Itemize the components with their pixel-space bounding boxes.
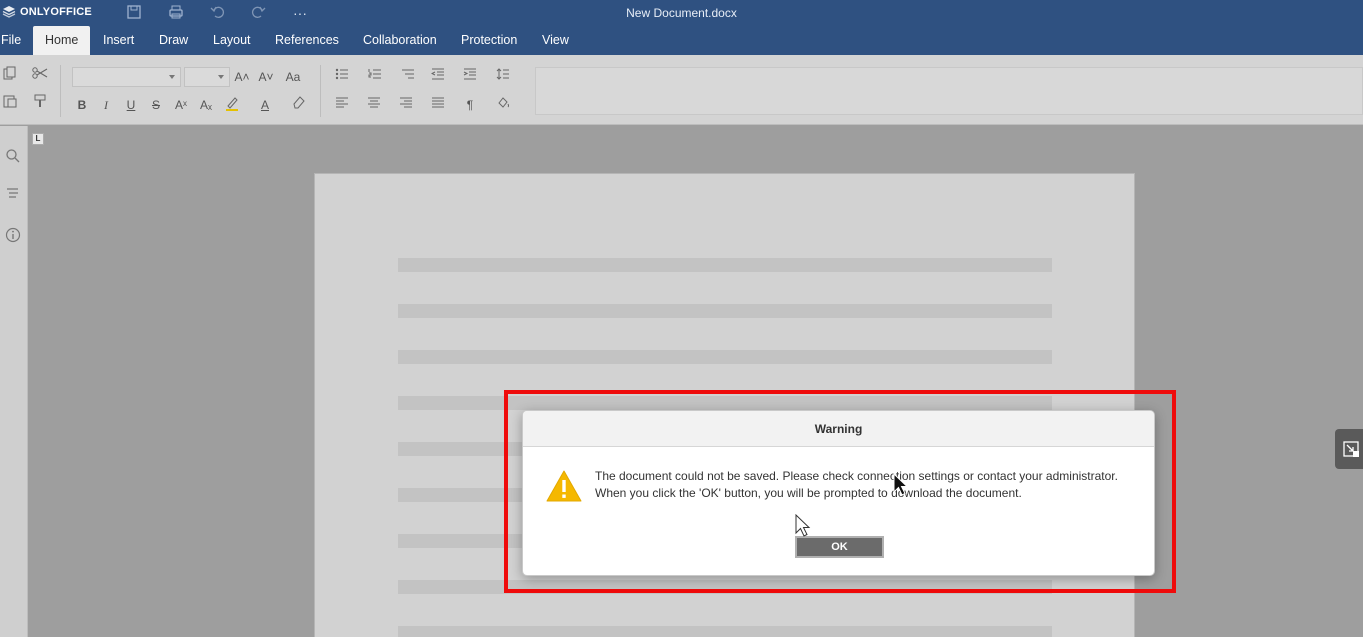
left-panel xyxy=(0,126,28,637)
warning-dialog: Warning The document could not be saved.… xyxy=(522,410,1155,576)
ruler-tab-selector[interactable]: L xyxy=(32,133,44,145)
multilevel-list-icon[interactable] xyxy=(398,66,418,86)
dialog-message-line: When you click the 'OK' button, you will… xyxy=(595,486,1022,500)
italic-icon[interactable]: I xyxy=(96,95,116,115)
toolbar-separator xyxy=(60,65,61,117)
warning-icon xyxy=(546,470,582,502)
text-placeholder-line xyxy=(398,626,1052,637)
side-panel-toggle[interactable] xyxy=(1335,429,1363,469)
numbering-icon[interactable] xyxy=(365,66,385,86)
text-placeholder-line xyxy=(398,350,1052,364)
subscript-icon[interactable]: Aₓ xyxy=(196,95,216,115)
change-case-icon[interactable]: Aa xyxy=(280,67,306,87)
justify-icon[interactable] xyxy=(428,95,448,115)
toolbar-separator xyxy=(320,65,321,117)
tab-home[interactable]: Home xyxy=(33,26,91,55)
dialog-message-line: The document could not be saved. Please … xyxy=(595,469,1118,483)
styles-gallery[interactable] xyxy=(535,67,1363,115)
paragraph-mark-icon[interactable]: ¶ xyxy=(460,95,480,115)
bullets-icon[interactable] xyxy=(332,66,352,86)
line-spacing-icon[interactable] xyxy=(493,66,513,86)
tab-protection[interactable]: Protection xyxy=(449,26,529,55)
collapse-icon xyxy=(1343,441,1359,457)
shading-icon[interactable] xyxy=(493,95,513,115)
font-color-icon[interactable]: A xyxy=(255,95,275,115)
tab-references[interactable]: References xyxy=(263,26,351,55)
copy-icon[interactable] xyxy=(0,66,20,86)
info-icon[interactable] xyxy=(4,227,22,245)
increase-font-icon[interactable]: A˄ xyxy=(232,67,252,87)
decrease-font-icon[interactable]: A˅ xyxy=(256,67,276,87)
mouse-cursor-icon xyxy=(893,473,909,496)
cut-icon[interactable] xyxy=(30,66,50,86)
home-toolbar: A˄ A˅ Aa B I U S Aˣ Aₓ A ¶ xyxy=(0,55,1363,125)
pointer-cursor-icon xyxy=(795,514,811,537)
ok-button[interactable]: OK xyxy=(795,536,884,558)
tab-draw[interactable]: Draw xyxy=(147,26,200,55)
align-left-icon[interactable] xyxy=(332,95,352,115)
align-right-icon[interactable] xyxy=(396,95,416,115)
dialog-title: Warning xyxy=(523,411,1154,447)
document-title: New Document.docx xyxy=(626,6,737,20)
dialog-message: The document could not be saved. Please … xyxy=(595,468,1118,502)
text-placeholder-line xyxy=(398,304,1052,318)
decrease-indent-icon[interactable] xyxy=(428,66,448,86)
tab-file[interactable]: File xyxy=(0,26,33,55)
superscript-icon[interactable]: Aˣ xyxy=(171,95,191,115)
title-bar: ONLYOFFICE ··· New Document.docx xyxy=(0,0,1363,26)
navigation-icon[interactable] xyxy=(4,187,22,205)
increase-indent-icon[interactable] xyxy=(460,66,480,86)
tab-insert[interactable]: Insert xyxy=(91,26,146,55)
tab-view[interactable]: View xyxy=(530,26,581,55)
font-size-select[interactable] xyxy=(184,67,230,87)
font-family-select[interactable] xyxy=(72,67,181,87)
format-painter-icon[interactable] xyxy=(30,94,50,114)
text-placeholder-line xyxy=(398,258,1052,272)
highlight-icon[interactable] xyxy=(222,95,242,115)
menu-tabs: File Home Insert Draw Layout References … xyxy=(0,26,1363,55)
clear-style-icon[interactable] xyxy=(289,95,309,115)
search-icon[interactable] xyxy=(4,148,22,166)
tab-layout[interactable]: Layout xyxy=(201,26,263,55)
tab-collaboration[interactable]: Collaboration xyxy=(351,26,449,55)
paste-icon[interactable] xyxy=(0,94,20,114)
underline-icon[interactable]: U xyxy=(121,95,141,115)
align-center-icon[interactable] xyxy=(364,95,384,115)
strikethrough-icon[interactable]: S xyxy=(146,95,166,115)
bold-icon[interactable]: B xyxy=(72,95,92,115)
